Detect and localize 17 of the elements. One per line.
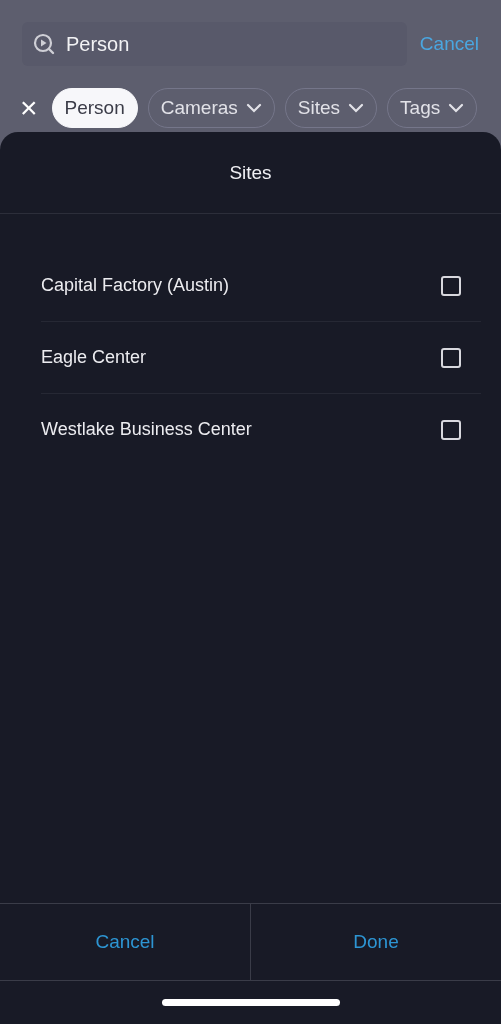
search-icon — [32, 32, 56, 56]
checkbox[interactable] — [441, 419, 461, 440]
site-name: Westlake Business Center — [41, 419, 252, 440]
cancel-button[interactable]: Cancel — [0, 904, 250, 980]
site-name: Capital Factory (Austin) — [41, 275, 230, 296]
sheet-title: Sites — [229, 161, 272, 184]
checkbox[interactable] — [441, 347, 461, 368]
search-input[interactable]: Person — [66, 32, 397, 56]
done-button[interactable]: Done — [250, 904, 501, 980]
site-name: Eagle Center — [41, 347, 147, 368]
checkbox[interactable] — [441, 275, 461, 296]
chevron-down-icon — [348, 103, 365, 113]
chevron-down-icon — [245, 103, 262, 113]
clear-filters-button[interactable]: × — [16, 88, 42, 128]
filter-chip[interactable]: Person — [51, 88, 138, 128]
search-field[interactable]: Person — [22, 22, 407, 66]
chevron-down-icon — [448, 103, 465, 113]
